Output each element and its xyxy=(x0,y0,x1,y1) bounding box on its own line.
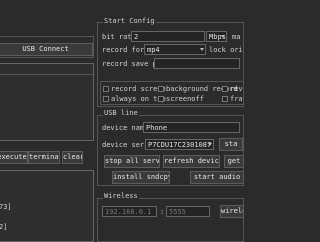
lock-orientation-label: lock ori xyxy=(209,46,243,54)
screen-off-checkbox[interactable] xyxy=(158,96,164,102)
usb-line-title: USB line xyxy=(103,109,139,117)
background-record-checkbox[interactable] xyxy=(158,86,164,92)
reverse-label: rev xyxy=(230,85,243,93)
device-serial-select[interactable]: P7CDU17C2301087 xyxy=(145,139,214,150)
chevron-down-icon xyxy=(221,35,225,38)
frameless-checkbox[interactable] xyxy=(222,96,228,102)
log-line: 2] xyxy=(0,223,8,231)
device-list-box[interactable] xyxy=(0,63,94,141)
record-save-path-input[interactable] xyxy=(154,58,240,69)
port-input[interactable]: 5555 xyxy=(166,206,210,217)
start-audio-button[interactable]: start audio xyxy=(190,171,244,184)
device-name-input[interactable]: Phone xyxy=(143,122,240,133)
chevron-down-icon xyxy=(200,48,204,51)
max-size-label: ma xyxy=(232,33,241,41)
screen-off-label: screenoff xyxy=(166,95,204,103)
usb-connect-button[interactable]: USB Connect xyxy=(0,43,93,56)
wireless-title: Wireless xyxy=(103,192,139,200)
record-format-value: mp4 xyxy=(147,46,160,54)
device-serial-value: P7CDU17C2301087 xyxy=(148,141,212,149)
start-config-title: Start Config xyxy=(103,17,156,25)
bit-rate-unit-select[interactable]: Mbps xyxy=(206,31,227,42)
terminate-button[interactable]: terminate xyxy=(28,151,60,164)
device-list-header xyxy=(0,64,93,75)
frameless-label: fra xyxy=(230,95,243,103)
refresh-devices-button[interactable]: refresh devices xyxy=(163,155,220,168)
record-format-select[interactable]: mp4 xyxy=(144,44,206,55)
ip-address-input[interactable]: 192.168.0.1 xyxy=(102,206,157,217)
get-button[interactable]: get xyxy=(224,155,244,168)
ip-port-separator: : xyxy=(160,208,165,216)
log-line: 73] xyxy=(0,203,12,211)
install-sndcpy-button[interactable]: install sndcpy xyxy=(112,171,170,184)
start-server-button[interactable]: sta xyxy=(219,138,243,151)
log-output[interactable]: 73] 2] xyxy=(0,170,94,242)
wireless-connect-button[interactable]: wirele xyxy=(220,205,244,218)
record-screen-checkbox[interactable] xyxy=(103,86,109,92)
clear-button[interactable]: clear xyxy=(62,151,83,164)
always-on-top-checkbox[interactable] xyxy=(103,96,109,102)
reverse-checkbox[interactable] xyxy=(222,86,228,92)
chevron-down-icon xyxy=(208,143,212,146)
stop-all-server-button[interactable]: stop all server xyxy=(104,155,160,168)
execute-button[interactable]: execute xyxy=(0,151,28,164)
bit-rate-input[interactable]: 2 xyxy=(131,31,205,42)
